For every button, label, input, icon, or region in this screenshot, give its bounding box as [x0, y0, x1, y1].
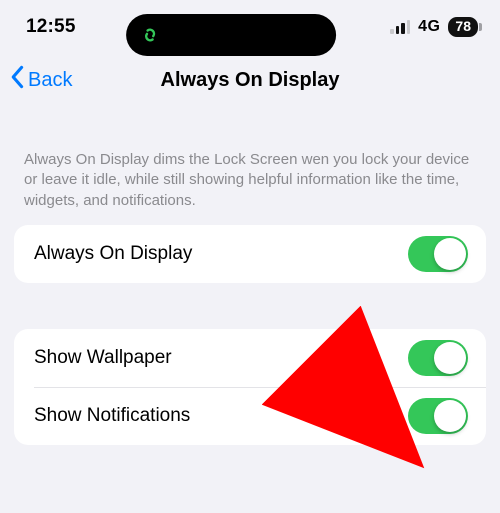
row-label: Show Notifications	[34, 405, 190, 427]
toggle-always-on-display[interactable]	[408, 236, 468, 272]
settings-group-main: Always On Display	[14, 225, 486, 283]
dynamic-island	[126, 14, 336, 56]
nav-bar: Back Always On Display	[0, 54, 500, 106]
section-description: Always On Display dims the Lock Screen w…	[0, 106, 500, 225]
row-show-wallpaper: Show Wallpaper	[14, 329, 486, 387]
settings-group-options: Show Wallpaper Show Notifications	[14, 329, 486, 445]
network-label: 4G	[418, 18, 440, 36]
row-always-on-display: Always On Display	[14, 225, 486, 283]
cellular-bars-icon	[390, 20, 410, 34]
toggle-show-wallpaper[interactable]	[408, 340, 468, 376]
status-right: 4G 78	[390, 17, 478, 37]
back-label: Back	[28, 69, 72, 92]
row-label: Always On Display	[34, 243, 192, 265]
page-title: Always On Display	[161, 69, 340, 92]
row-label: Show Wallpaper	[34, 347, 172, 369]
back-button[interactable]: Back	[10, 65, 72, 95]
status-time: 12:55	[26, 16, 76, 38]
row-show-notifications: Show Notifications	[14, 387, 486, 445]
chevron-left-icon	[10, 65, 26, 95]
link-icon	[138, 23, 162, 47]
status-bar: 12:55 4G 78	[0, 0, 500, 54]
battery-indicator: 78	[448, 17, 478, 37]
toggle-show-notifications[interactable]	[408, 398, 468, 434]
